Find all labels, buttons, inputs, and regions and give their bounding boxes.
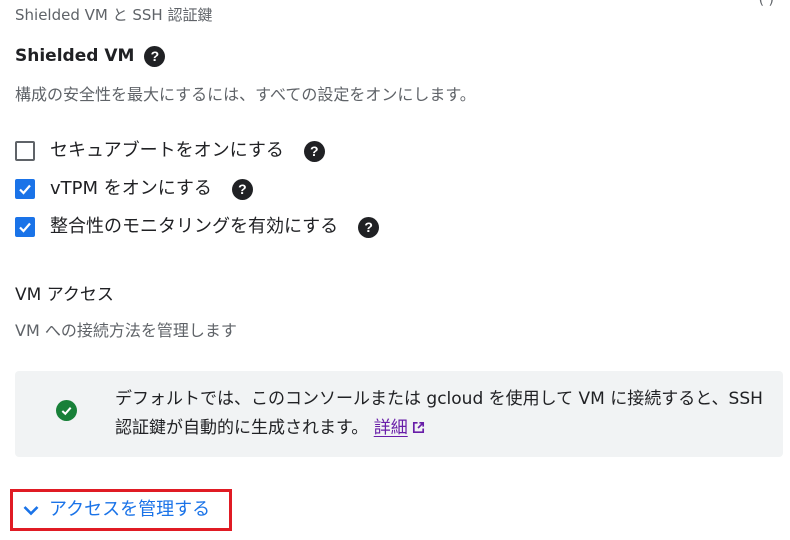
integrity-monitoring-label: 整合性のモニタリングを有効にする [50, 216, 339, 237]
manage-access-button[interactable]: アクセスを管理する [10, 489, 232, 531]
help-icon[interactable]: ? [231, 178, 253, 200]
learn-more-link[interactable]: 詳細 [374, 418, 426, 438]
help-icon[interactable]: ? [144, 45, 166, 67]
vtpm-option[interactable]: vTPM をオンにする ? [15, 176, 253, 202]
vm-access-title-text: VM アクセス [15, 285, 114, 305]
integrity-monitoring-option[interactable]: 整合性のモニタリングを有効にする ? [15, 214, 380, 240]
ssh-info-message: デフォルトでは、このコンソールまたは gcloud を使用して VM に接続する… [115, 389, 763, 438]
help-icon[interactable]: ? [358, 216, 380, 238]
shielded-vm-title: Shielded VM ? [15, 45, 166, 67]
secure-boot-checkbox[interactable] [15, 141, 35, 161]
chevron-down-icon [23, 506, 39, 516]
vm-access-title: VM アクセス [15, 284, 114, 306]
vtpm-checkbox[interactable] [15, 179, 35, 199]
learn-more-label: 詳細 [373, 418, 408, 438]
vm-access-description: VM への接続方法を管理します [15, 321, 237, 340]
shielded-vm-description: 構成の安全性を最大にするには、すべての設定をオンにします。 [15, 85, 476, 104]
corner-fragment-icon: ( ) [758, 0, 774, 8]
secure-boot-option[interactable]: セキュアブートをオンにする ? [15, 138, 325, 164]
secure-boot-label: セキュアブートをオンにする [50, 140, 284, 161]
vm-create-page: Shielded VM と SSH 認証鍵 ( ) Shielded VM ? … [0, 0, 790, 540]
section-caption: Shielded VM と SSH 認証鍵 [15, 6, 213, 24]
ssh-info-text: デフォルトでは、このコンソールまたは gcloud を使用して VM に接続する… [115, 385, 765, 443]
shielded-vm-title-text: Shielded VM [15, 46, 135, 66]
ssh-info-banner: デフォルトでは、このコンソールまたは gcloud を使用して VM に接続する… [15, 371, 783, 457]
open-in-new-icon [412, 421, 424, 434]
help-icon[interactable]: ? [303, 140, 325, 162]
vtpm-label: vTPM をオンにする [50, 178, 212, 199]
manage-access-label: アクセスを管理する [49, 499, 211, 520]
integrity-monitoring-checkbox[interactable] [15, 217, 35, 237]
check-circle-icon [56, 400, 77, 421]
